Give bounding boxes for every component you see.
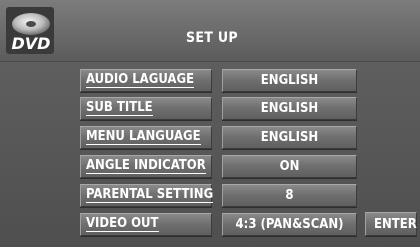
menu-language-button[interactable]: MENU LANGUAGE <box>80 126 212 149</box>
audio-language-value[interactable]: ENGLISH <box>222 69 357 92</box>
parental-setting-value[interactable]: 8 <box>222 184 357 207</box>
settings-panel: AUDIO LAGUAGE ENGLISH SUB TITLE ENGLISH … <box>0 62 420 247</box>
subtitle-label: SUB TITLE <box>86 100 153 116</box>
subtitle-value[interactable]: ENGLISH <box>222 97 357 120</box>
enter-button[interactable]: ENTER <box>365 212 417 236</box>
angle-indicator-label: ANGLE INDICATOR <box>86 158 206 174</box>
menu-language-label: MENU LANGUAGE <box>86 129 201 145</box>
angle-indicator-button[interactable]: ANGLE INDICATOR <box>80 155 212 178</box>
dvd-logo-icon: DVD <box>6 7 54 54</box>
video-out-button[interactable]: VIDEO OUT <box>80 213 212 236</box>
header-bar: DVD SET UP <box>0 0 420 62</box>
video-out-label: VIDEO OUT <box>86 216 159 232</box>
audio-language-label: AUDIO LAGUAGE <box>86 72 195 88</box>
angle-indicator-value[interactable]: ON <box>222 155 357 178</box>
video-out-value[interactable]: 4:3 (PAN&SCAN) <box>222 213 357 236</box>
subtitle-button[interactable]: SUB TITLE <box>80 97 212 120</box>
parental-setting-button[interactable]: PARENTAL SETTING <box>80 184 214 207</box>
logo-text: DVD <box>12 34 51 53</box>
menu-language-value[interactable]: ENGLISH <box>222 126 357 149</box>
page-title: SET UP <box>186 30 238 46</box>
parental-setting-label: PARENTAL SETTING <box>86 187 214 203</box>
audio-language-button[interactable]: AUDIO LAGUAGE <box>80 69 212 92</box>
